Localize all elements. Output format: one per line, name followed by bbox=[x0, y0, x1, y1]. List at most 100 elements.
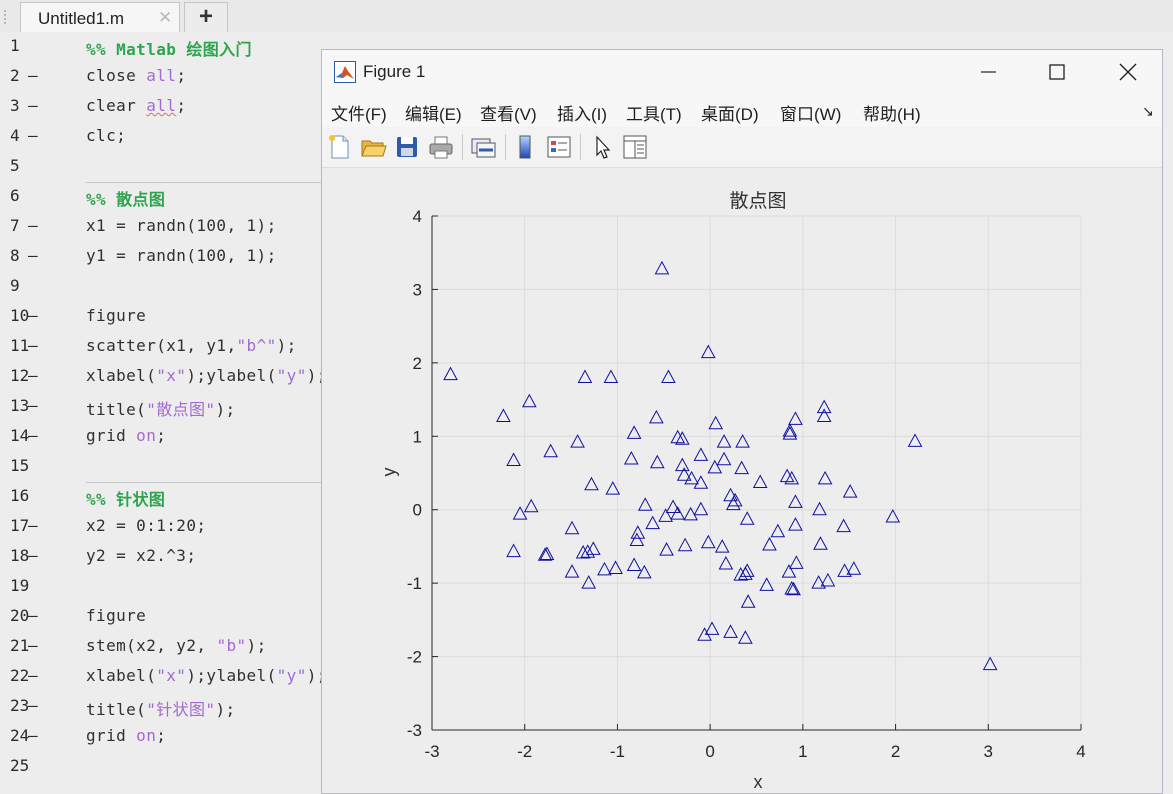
code-text[interactable]: title("针状图"); bbox=[86, 696, 236, 720]
code-line[interactable]: 16 %% 针状图 bbox=[0, 482, 330, 512]
code-text[interactable]: %% 散点图 bbox=[86, 186, 165, 210]
code-line[interactable]: 14— grid on; bbox=[0, 422, 330, 452]
line-number: 7 bbox=[10, 216, 20, 235]
link-plot-icon[interactable] bbox=[469, 133, 497, 161]
legend-icon[interactable] bbox=[545, 133, 573, 161]
code-line[interactable]: 15 bbox=[0, 452, 330, 482]
figure-canvas[interactable]: -3 -2 -1 0 1 2 3 4 -3 -2 -1 0 1 2 3 4 散点图 x y bbox=[322, 168, 1162, 793]
code-line[interactable]: 8 — y1 = randn(100, 1); bbox=[0, 242, 330, 272]
tab-untitled1[interactable]: Untitled1.m ✕ bbox=[20, 2, 180, 32]
code-text[interactable]: xlabel("x");ylabel("y"); bbox=[86, 666, 327, 685]
code-line[interactable]: 23— title("针状图"); bbox=[0, 692, 330, 722]
code-line[interactable]: 25 bbox=[0, 752, 330, 782]
tab-label: Untitled1.m bbox=[38, 9, 124, 28]
code-text[interactable]: %% Matlab 绘图入门 bbox=[86, 36, 252, 60]
tab-close-icon[interactable]: ✕ bbox=[158, 8, 172, 28]
breakpoint-marker[interactable]: — bbox=[28, 66, 38, 85]
code-line[interactable]: 19 bbox=[0, 572, 330, 602]
breakpoint-marker[interactable]: — bbox=[28, 636, 38, 655]
code-line[interactable]: 21— stem(x2, y2, "b"); bbox=[0, 632, 330, 662]
menu-edit[interactable]: 编辑(E) bbox=[405, 100, 462, 125]
menu-help[interactable]: 帮助(H) bbox=[863, 100, 921, 125]
breakpoint-marker[interactable]: — bbox=[28, 516, 38, 535]
close-button[interactable] bbox=[1091, 50, 1161, 94]
breakpoint-marker[interactable]: — bbox=[28, 126, 38, 145]
breakpoint-marker[interactable]: — bbox=[28, 696, 38, 715]
figure-title-bar[interactable]: Figure 1 bbox=[322, 50, 1162, 94]
breakpoint-marker[interactable]: — bbox=[28, 216, 38, 235]
figure-window[interactable]: Figure 1 文件(F) 编辑(E) 查看(V) 插入(I) 工具(T) 桌… bbox=[321, 49, 1163, 794]
code-line[interactable]: 13— title("散点图"); bbox=[0, 392, 330, 422]
code-text[interactable]: y2 = x2.^3; bbox=[86, 546, 196, 565]
breakpoint-marker[interactable]: — bbox=[28, 666, 38, 685]
code-line[interactable]: 6 %% 散点图 bbox=[0, 182, 330, 212]
figure-menu-bar: 文件(F) 编辑(E) 查看(V) 插入(I) 工具(T) 桌面(D) 窗口(W… bbox=[322, 94, 1162, 127]
menu-insert[interactable]: 插入(I) bbox=[557, 100, 607, 125]
minimize-button[interactable] bbox=[952, 50, 1022, 94]
code-line[interactable]: 10— figure bbox=[0, 302, 330, 332]
data-point bbox=[649, 409, 664, 424]
code-text[interactable]: %% 针状图 bbox=[86, 486, 165, 510]
menu-desktop[interactable]: 桌面(D) bbox=[701, 100, 759, 125]
code-text[interactable]: x2 = 0:1:20; bbox=[86, 516, 206, 535]
menu-view[interactable]: 查看(V) bbox=[480, 100, 537, 125]
code-line[interactable]: 7 — x1 = randn(100, 1); bbox=[0, 212, 330, 242]
code-text[interactable]: y1 = randn(100, 1); bbox=[86, 246, 277, 265]
save-icon[interactable] bbox=[393, 133, 421, 161]
data-point bbox=[674, 457, 690, 472]
code-line[interactable]: 20— figure bbox=[0, 602, 330, 632]
code-line[interactable]: 9 bbox=[0, 272, 330, 302]
code-line[interactable]: 1 %% Matlab 绘图入门 bbox=[0, 32, 330, 62]
code-text[interactable]: clc; bbox=[86, 126, 126, 145]
dock-figure-icon[interactable]: ↘ bbox=[1142, 103, 1154, 120]
code-line[interactable]: 24— grid on; bbox=[0, 722, 330, 752]
code-line[interactable]: 17— x2 = 0:1:20; bbox=[0, 512, 330, 542]
code-text[interactable]: figure bbox=[86, 306, 146, 325]
breakpoint-marker[interactable]: — bbox=[28, 426, 38, 445]
breakpoint-marker[interactable]: — bbox=[28, 606, 38, 625]
data-point bbox=[700, 344, 716, 359]
maximize-button[interactable] bbox=[1021, 50, 1091, 94]
open-file-icon[interactable] bbox=[359, 133, 387, 161]
colorbar-icon[interactable] bbox=[511, 133, 539, 161]
code-text[interactable]: x1 = randn(100, 1); bbox=[86, 216, 277, 235]
code-text[interactable]: xlabel("x");ylabel("y"); bbox=[86, 366, 327, 385]
property-inspector-icon[interactable] bbox=[621, 133, 649, 161]
x-tick-label: -3 bbox=[424, 742, 439, 761]
pointer-icon[interactable] bbox=[588, 133, 616, 161]
code-line[interactable]: 22— xlabel("x");ylabel("y"); bbox=[0, 662, 330, 692]
breakpoint-marker[interactable]: — bbox=[28, 306, 38, 325]
new-figure-icon[interactable] bbox=[326, 133, 354, 161]
breakpoint-marker[interactable]: — bbox=[28, 546, 38, 565]
breakpoint-marker[interactable]: — bbox=[28, 246, 38, 265]
code-text[interactable]: grid on; bbox=[86, 726, 166, 745]
code-text[interactable]: clear all; bbox=[86, 96, 186, 115]
code-line[interactable]: 5 bbox=[0, 152, 330, 182]
breakpoint-marker[interactable]: — bbox=[28, 96, 38, 115]
drag-grip-icon[interactable] bbox=[4, 10, 8, 24]
breakpoint-marker[interactable]: — bbox=[28, 366, 38, 385]
code-line[interactable]: 4 — clc; bbox=[0, 122, 330, 152]
menu-tools[interactable]: 工具(T) bbox=[626, 100, 682, 125]
breakpoint-marker[interactable]: — bbox=[28, 726, 38, 745]
breakpoint-marker[interactable]: — bbox=[28, 336, 38, 355]
code-text[interactable]: scatter(x1, y1,"b^"); bbox=[86, 336, 297, 355]
new-tab-button[interactable]: + bbox=[184, 2, 228, 32]
code-text[interactable]: figure bbox=[86, 606, 146, 625]
print-icon[interactable] bbox=[427, 133, 455, 161]
data-point bbox=[727, 492, 743, 507]
code-line[interactable]: 18— y2 = x2.^3; bbox=[0, 542, 330, 572]
code-line[interactable]: 2 — close all; bbox=[0, 62, 330, 92]
code-text[interactable]: title("散点图"); bbox=[86, 396, 236, 420]
code-line[interactable]: 3 — clear all; bbox=[0, 92, 330, 122]
code-line[interactable]: 12— xlabel("x");ylabel("y"); bbox=[0, 362, 330, 392]
code-text[interactable]: close all; bbox=[86, 66, 186, 85]
line-number: 22 bbox=[10, 666, 30, 685]
code-text[interactable]: stem(x2, y2, "b"); bbox=[86, 636, 267, 655]
code-text[interactable]: grid on; bbox=[86, 426, 166, 445]
scatter-plot[interactable]: -3 -2 -1 0 1 2 3 4 -3 -2 -1 0 1 2 3 4 散点图 x y bbox=[322, 168, 1162, 793]
menu-window[interactable]: 窗口(W) bbox=[780, 100, 841, 125]
menu-file[interactable]: 文件(F) bbox=[331, 100, 387, 125]
code-line[interactable]: 11— scatter(x1, y1,"b^"); bbox=[0, 332, 330, 362]
breakpoint-marker[interactable]: — bbox=[28, 396, 38, 415]
